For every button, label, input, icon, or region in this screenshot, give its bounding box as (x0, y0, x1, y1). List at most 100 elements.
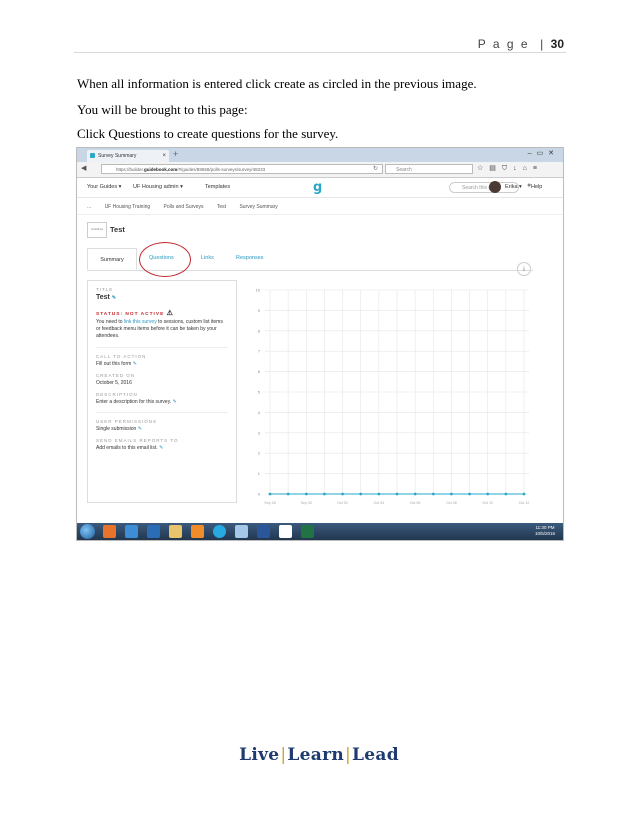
reload-icon[interactable]: ↻ (373, 165, 378, 172)
x-tick-label: Oct 04 (374, 501, 385, 505)
permissions-value: Single submission (96, 426, 137, 432)
divider (77, 214, 563, 215)
url-prefix: https://builder. (116, 167, 145, 172)
data-point (522, 492, 526, 496)
data-point (450, 492, 453, 496)
status-text-part: You need to (96, 319, 124, 325)
help-link[interactable]: Help (531, 184, 542, 190)
data-point (341, 492, 344, 496)
y-tick-label: 6 (258, 369, 261, 374)
edit-pencil-icon[interactable]: ✎ (112, 295, 116, 301)
email-value: Add emails to this email list. (96, 445, 158, 451)
divider (96, 412, 228, 413)
url-domain: guidebook.com (144, 167, 178, 172)
folder-icon[interactable] (169, 525, 182, 538)
cta-label: CALL TO ACTION (96, 354, 147, 359)
breadcrumb-item[interactable]: Test (217, 204, 226, 210)
x-tick-label: Oct 10 (482, 501, 493, 505)
app-icon[interactable] (235, 525, 248, 538)
tab-links[interactable]: Links (201, 255, 214, 261)
data-point (504, 492, 508, 496)
breadcrumb-more[interactable]: ... (87, 204, 91, 210)
link-survey-link[interactable]: link this survey (124, 319, 157, 325)
data-point (268, 492, 272, 496)
page-header: P a g e | 30 (477, 37, 564, 51)
x-tick-label: Oct 08 (446, 501, 457, 505)
y-tick-label: 10 (256, 288, 261, 293)
edit-pencil-icon[interactable]: ✎ (173, 399, 177, 405)
embedded-screenshot: Survey Summary × + –▭✕ ◀ https://builder… (76, 147, 564, 541)
firefox-icon[interactable] (103, 525, 116, 538)
tab-responses[interactable]: Responses (236, 255, 264, 261)
paragraph-2: You will be brought to this page: (77, 102, 248, 117)
breadcrumb: ... UF Housing Training Polls and Survey… (87, 204, 290, 210)
browser-tool-icons[interactable]: ☆▤⛉↓⌂≡ (477, 164, 543, 173)
user-menu[interactable]: Erika ▾ (505, 184, 522, 190)
download-icon[interactable]: ⤓ (517, 262, 531, 276)
permissions-row: Single submission ✎ (96, 426, 228, 432)
breadcrumb-item[interactable]: UF Housing Training (105, 204, 151, 210)
tab-summary[interactable]: Summary (87, 248, 137, 270)
x-tick-label: Oct 12 (519, 501, 530, 505)
description-value: Enter a description for this survey. (96, 399, 172, 405)
edit-pencil-icon[interactable]: ✎ (159, 445, 163, 451)
guidebook-logo[interactable]: g (313, 180, 322, 195)
cta-row: Fill out this form ✎ (96, 361, 228, 367)
document-icon[interactable] (279, 525, 292, 538)
browser-tab[interactable]: Survey Summary × (87, 150, 169, 162)
breadcrumb-current: Survey Summary (239, 204, 278, 210)
y-tick-label: 9 (258, 308, 261, 313)
x-tick-label: Sep 28 (264, 501, 275, 505)
browser-search[interactable]: Search (385, 164, 473, 174)
title-value-row: Test ✎ (96, 294, 228, 301)
browser-tabbar: Survey Summary × + –▭✕ (77, 148, 563, 162)
skype-icon[interactable] (213, 525, 226, 538)
ie-icon[interactable] (125, 525, 138, 538)
title-label: TITLE (96, 287, 114, 292)
back-icon[interactable]: ◀ (81, 164, 86, 172)
responses-chart: 0 1 2 3 4 5 6 7 8 9 10 Sep 28 Sep 30 Oct 02 Oct 04 Oct … (256, 288, 530, 506)
data-point (323, 492, 326, 496)
avatar[interactable] (489, 181, 501, 193)
description-row: Enter a description for this survey. ✎ (96, 399, 228, 405)
title-value: Test (96, 294, 110, 301)
outlook-icon[interactable] (147, 525, 160, 538)
description-label: DESCRIPTION (96, 392, 138, 397)
created-value: October 5, 2016 (96, 380, 132, 386)
red-highlight-circle (139, 242, 191, 277)
survey-details-panel: TITLE Test ✎ STATUS: NOT ACTIVE ⚠ You ne… (87, 280, 237, 503)
new-tab-icon[interactable]: + (173, 149, 178, 159)
paragraph-1: When all information is entered click cr… (77, 76, 477, 91)
your-guides-menu[interactable]: Your Guides ▾ (87, 184, 121, 190)
y-tick-label: 5 (258, 390, 261, 395)
favicon-icon (90, 153, 95, 158)
data-point (377, 492, 381, 496)
system-clock[interactable]: 11:30 PM 10/5/2016 (535, 525, 555, 537)
edit-pencil-icon[interactable]: ✎ (133, 361, 137, 367)
status-text: STATUS: NOT ACTIVE (96, 312, 165, 317)
close-tab-icon[interactable]: × (162, 150, 166, 162)
survey-logo: GuideBook (87, 222, 107, 238)
app-nav: Your Guides ▾ UF Housing admin ▾ Templat… (77, 178, 563, 198)
templates-link[interactable]: Templates (205, 184, 230, 190)
window-controls[interactable]: –▭✕ (528, 149, 559, 157)
data-point (304, 492, 308, 496)
y-tick-label: 7 (258, 349, 261, 354)
x-tick-label: Oct 06 (410, 501, 421, 505)
edit-pencil-icon[interactable]: ✎ (138, 426, 142, 432)
slogan-word: Live (239, 745, 280, 765)
guide-menu[interactable]: UF Housing admin ▾ (133, 184, 183, 190)
data-point (395, 492, 399, 496)
word-icon[interactable] (257, 525, 270, 538)
windows-taskbar: 11:30 PM 10/5/2016 (77, 523, 563, 540)
x-tick-label: Oct 02 (337, 501, 348, 505)
cta-value: Fill out this form (96, 361, 132, 367)
divider (96, 347, 228, 348)
excel-icon[interactable] (301, 525, 314, 538)
url-field[interactable]: https://builder.guidebook.com/#/guides/8… (101, 164, 383, 174)
page-label: P a g e (477, 37, 530, 51)
media-player-icon[interactable] (191, 525, 204, 538)
breadcrumb-item[interactable]: Polls and Surveys (164, 204, 204, 210)
start-button[interactable] (80, 524, 95, 539)
y-tick-label: 3 (258, 430, 261, 435)
